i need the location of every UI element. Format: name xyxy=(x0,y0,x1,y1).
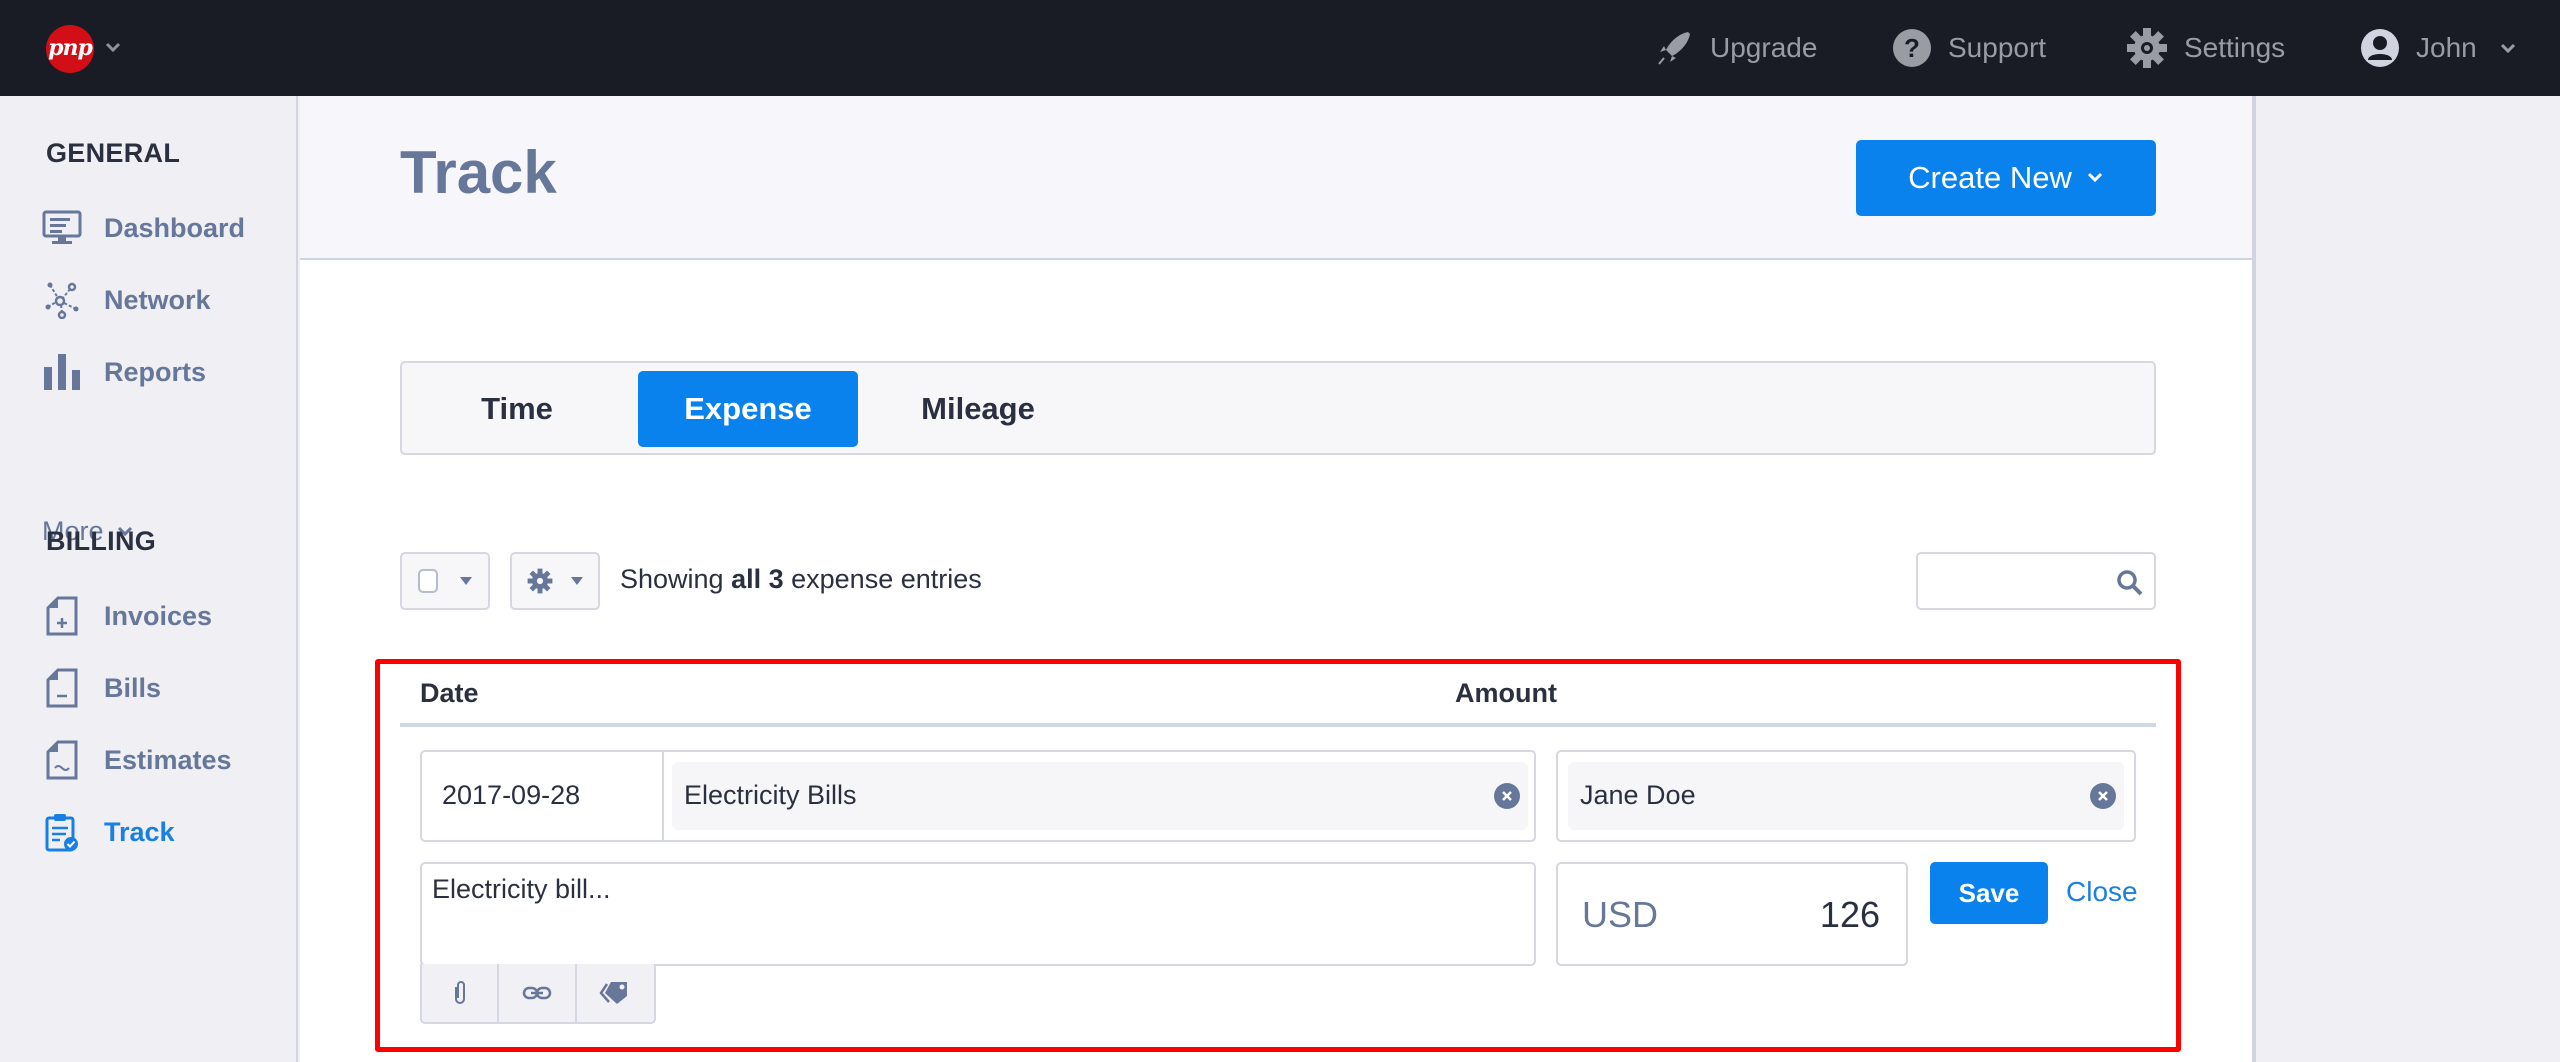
search-field[interactable] xyxy=(1916,552,2156,610)
sidebar-item-label: Network xyxy=(104,284,211,315)
chevron-down-icon xyxy=(2500,43,2515,54)
amount-value[interactable]: 126 xyxy=(1820,894,1880,936)
user-icon xyxy=(2361,29,2399,67)
link-icon xyxy=(522,986,552,1000)
clear-person-icon[interactable] xyxy=(2090,783,2116,809)
invoice-icon xyxy=(46,596,78,636)
field-divider xyxy=(662,752,664,840)
tab-mileage[interactable]: Mileage xyxy=(898,371,1058,447)
column-header-date: Date xyxy=(420,678,479,708)
sidebar-item-estimates[interactable]: Estimates xyxy=(42,736,232,784)
logo[interactable]: pnp xyxy=(46,25,94,73)
page-header: Track Create New xyxy=(300,96,2252,260)
sidebar-item-network[interactable]: Network xyxy=(42,276,211,324)
caret-down-icon xyxy=(460,577,472,585)
search-icon[interactable] xyxy=(2116,569,2144,597)
header-divider xyxy=(400,723,2156,727)
billing-heading: BILLING xyxy=(46,526,157,556)
gear-icon xyxy=(2127,28,2167,68)
page-title: Track xyxy=(400,139,557,206)
user-name: John xyxy=(2416,32,2477,63)
sidebar-item-track[interactable]: Track xyxy=(42,808,175,856)
showing-count: all 3 xyxy=(731,564,784,594)
bar-chart-icon xyxy=(44,354,80,390)
add-tag-button[interactable] xyxy=(577,964,654,1022)
sidebar-item-label: Track xyxy=(104,816,175,847)
monitor-icon xyxy=(42,210,82,244)
sidebar-item-label: Reports xyxy=(104,356,207,387)
right-gutter xyxy=(2260,96,2560,1062)
caret-down-icon xyxy=(571,577,583,585)
tab-bar: Time Expense Mileage xyxy=(400,361,2156,455)
estimate-icon xyxy=(46,740,78,780)
create-new-label: Create New xyxy=(1908,160,2072,195)
settings-label: Settings xyxy=(2184,32,2286,63)
search-input[interactable] xyxy=(1918,554,2108,608)
sidebar-item-invoices[interactable]: Invoices xyxy=(42,592,212,640)
showing-suffix: expense entries xyxy=(783,564,982,594)
select-all-dropdown[interactable] xyxy=(400,552,490,610)
support-link[interactable]: ? Support xyxy=(1892,26,2046,70)
bill-icon xyxy=(46,668,78,708)
tab-expense[interactable]: Expense xyxy=(638,371,858,447)
upgrade-link[interactable]: Upgrade xyxy=(1654,26,1817,70)
description-input[interactable]: Electricity bill... xyxy=(422,864,1534,964)
support-label: Support xyxy=(1948,32,2047,63)
sidebar-item-label: Invoices xyxy=(104,600,213,631)
add-link-button[interactable] xyxy=(499,964,577,1022)
bulk-actions-dropdown[interactable] xyxy=(510,552,600,610)
tag-icon xyxy=(599,982,628,1004)
clipboard-check-icon xyxy=(45,814,78,852)
general-heading: GENERAL xyxy=(46,138,181,168)
save-button[interactable]: Save xyxy=(1930,862,2048,924)
date-field[interactable]: 2017-09-28 xyxy=(442,780,580,811)
person-field: Jane Doe xyxy=(1556,750,2136,842)
user-menu[interactable]: John xyxy=(2360,26,2517,70)
create-new-button[interactable]: Create New xyxy=(1856,140,2156,216)
sidebar-item-bills[interactable]: Bills xyxy=(42,664,161,712)
main-content: Track Create New Time Expense Mileage Sh… xyxy=(300,96,2256,1062)
entries-count: Showing all 3 expense entries xyxy=(620,564,982,595)
clear-category-icon[interactable] xyxy=(1494,783,1520,809)
select-all-checkbox[interactable] xyxy=(418,569,438,593)
sidebar-item-dashboard[interactable]: Dashboard xyxy=(42,204,245,252)
category-select[interactable]: Electricity Bills xyxy=(672,762,1528,830)
svg-text:?: ? xyxy=(1904,33,1920,63)
gear-icon xyxy=(527,568,553,594)
person-select[interactable]: Jane Doe xyxy=(1568,762,2124,830)
tab-time[interactable]: Time xyxy=(442,371,592,447)
sidebar-item-label: Bills xyxy=(104,672,162,703)
sidebar-item-label: Estimates xyxy=(104,744,232,775)
showing-prefix: Showing xyxy=(620,564,732,594)
upgrade-label: Upgrade xyxy=(1710,32,1818,63)
sidebar-item-label: Dashboard xyxy=(104,212,246,243)
close-link[interactable]: Close xyxy=(2066,876,2138,908)
sidebar-item-reports[interactable]: Reports xyxy=(42,348,206,396)
sidebar: GENERAL Dashboard Network Reports More B… xyxy=(0,96,298,1062)
attach-file-button[interactable] xyxy=(422,964,500,1022)
rocket-icon xyxy=(1658,32,1690,65)
chevron-down-icon[interactable] xyxy=(104,38,122,56)
question-icon: ? xyxy=(1893,29,1931,67)
currency-label[interactable]: USD xyxy=(1582,894,1658,936)
description-field[interactable]: Electricity bill... xyxy=(420,862,1536,966)
network-icon xyxy=(45,282,79,319)
column-header-amount: Amount xyxy=(1455,678,1557,708)
settings-link[interactable]: Settings xyxy=(2126,26,2285,70)
category-value: Electricity Bills xyxy=(684,780,857,810)
amount-field[interactable]: USD 126 xyxy=(1556,862,1908,966)
top-bar: pnp Upgrade ? Support Settings John xyxy=(0,0,2560,96)
person-value: Jane Doe xyxy=(1580,780,1696,810)
chevron-down-icon xyxy=(2087,172,2102,183)
attachment-toolbar xyxy=(420,964,656,1024)
paperclip-icon xyxy=(454,981,465,1004)
date-category-row: 2017-09-28 Electricity Bills xyxy=(420,750,1536,842)
